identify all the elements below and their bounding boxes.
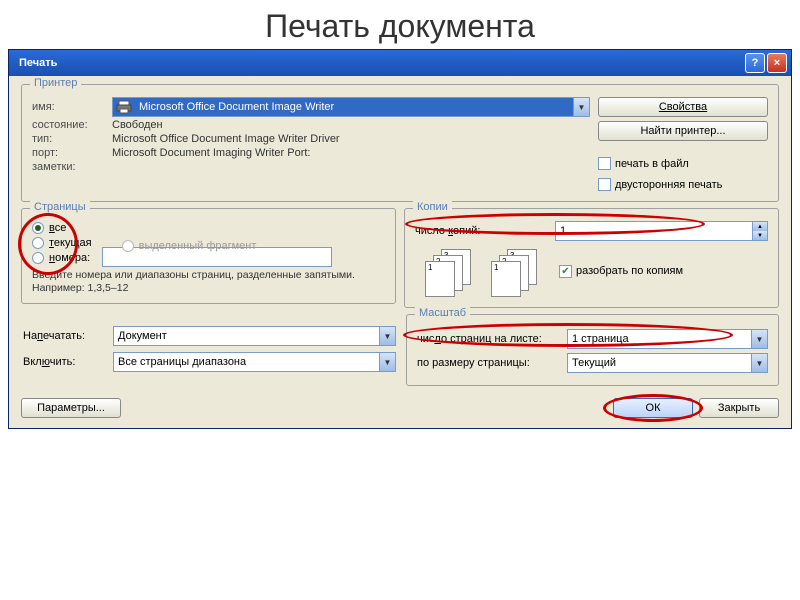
print-what-value: Документ xyxy=(114,330,379,342)
scale-legend: Масштаб xyxy=(415,307,470,319)
duplex-checkbox[interactable]: двусторонняя печать xyxy=(598,178,768,191)
notes-label: заметки: xyxy=(32,161,112,173)
include-label: Включить: xyxy=(23,356,113,368)
close-dialog-button[interactable]: Закрыть xyxy=(699,398,779,418)
chevron-down-icon[interactable]: ▼ xyxy=(379,327,395,345)
print-to-file-label: печать в файл xyxy=(615,158,689,170)
options-button[interactable]: Параметры... xyxy=(21,398,121,418)
pages-current-radio[interactable]: текущая xyxy=(32,237,92,249)
dialog-title: Печать xyxy=(19,57,57,69)
chevron-down-icon[interactable]: ▼ xyxy=(751,354,767,372)
properties-button[interactable]: Свойства xyxy=(598,97,768,117)
copies-count-value: 1 xyxy=(556,222,752,240)
print-to-file-checkbox[interactable]: печать в файл xyxy=(598,157,768,170)
type-label: тип: xyxy=(32,133,112,145)
pages-selection-label: выделенный фрагмент xyxy=(139,240,257,252)
printer-name-label: имя: xyxy=(32,101,112,113)
pages-all-label: все xyxy=(49,222,66,234)
pages-numbers-radio[interactable]: номера: xyxy=(32,252,92,264)
copies-group: Копии число копий: 1 ▲▼ 321 321 ✔ра xyxy=(404,208,779,308)
collate-checkbox[interactable]: ✔разобрать по копиям xyxy=(559,265,683,278)
port-label: порт: xyxy=(32,147,112,159)
scale-group: Масштаб число страниц на листе: 1 страни… xyxy=(406,314,779,386)
collate-illustration: 321 321 xyxy=(425,249,539,293)
find-printer-button[interactable]: Найти принтер... xyxy=(598,121,768,141)
pages-legend: Страницы xyxy=(30,201,90,213)
port-value: Microsoft Document Imaging Writer Port: xyxy=(112,147,310,159)
printer-icon xyxy=(113,98,135,116)
pages-hint: Введите номера или диапазоны страниц, ра… xyxy=(32,269,385,295)
print-dialog: Печать ? × Принтер имя: Microsoft Office… xyxy=(8,49,792,429)
pages-per-sheet-label: число страниц на листе: xyxy=(417,333,567,345)
status-label: состояние: xyxy=(32,119,112,131)
close-button[interactable]: × xyxy=(767,53,787,73)
slide-title: Печать документа xyxy=(0,0,800,49)
fit-to-page-label: по размеру страницы: xyxy=(417,357,567,369)
type-value: Microsoft Office Document Image Writer D… xyxy=(112,133,340,145)
pages-group: Страницы все текущая номера: выделенный … xyxy=(21,208,396,304)
printer-group: Принтер имя: Microsoft Office Document I… xyxy=(21,84,779,202)
spinner-down-icon[interactable]: ▼ xyxy=(753,231,767,240)
copies-count-spinner[interactable]: 1 ▲▼ xyxy=(555,221,768,241)
pages-per-sheet-value: 1 страница xyxy=(568,333,751,345)
help-button[interactable]: ? xyxy=(745,53,765,73)
status-value: Свободен xyxy=(112,119,163,131)
copies-legend: Копии xyxy=(413,201,452,213)
pages-current-label: текущая xyxy=(49,237,92,249)
pages-selection-radio: выделенный фрагмент xyxy=(122,240,257,252)
include-dropdown[interactable]: Все страницы диапазона ▼ xyxy=(113,352,396,372)
printer-legend: Принтер xyxy=(30,77,81,89)
pages-all-radio[interactable]: все xyxy=(32,222,92,234)
pages-numbers-label: номера: xyxy=(49,252,90,264)
duplex-label: двусторонняя печать xyxy=(615,179,722,191)
fit-to-page-value: Текущий xyxy=(568,357,751,369)
print-what-dropdown[interactable]: Документ ▼ xyxy=(113,326,396,346)
chevron-down-icon[interactable]: ▼ xyxy=(751,330,767,348)
include-value: Все страницы диапазона xyxy=(114,356,379,368)
titlebar: Печать ? × xyxy=(9,50,791,76)
ok-button[interactable]: ОК xyxy=(613,398,693,418)
chevron-down-icon[interactable]: ▼ xyxy=(379,353,395,371)
print-what-label: Напечатать: xyxy=(23,330,113,342)
pages-per-sheet-dropdown[interactable]: 1 страница ▼ xyxy=(567,329,768,349)
printer-name-value: Microsoft Office Document Image Writer xyxy=(135,101,573,113)
chevron-down-icon[interactable]: ▼ xyxy=(573,98,589,116)
collate-label: разобрать по копиям xyxy=(576,265,683,277)
copies-count-label: число копий: xyxy=(415,225,555,237)
printer-name-dropdown[interactable]: Microsoft Office Document Image Writer ▼ xyxy=(112,97,590,117)
spinner-up-icon[interactable]: ▲ xyxy=(753,222,767,231)
fit-to-page-dropdown[interactable]: Текущий ▼ xyxy=(567,353,768,373)
